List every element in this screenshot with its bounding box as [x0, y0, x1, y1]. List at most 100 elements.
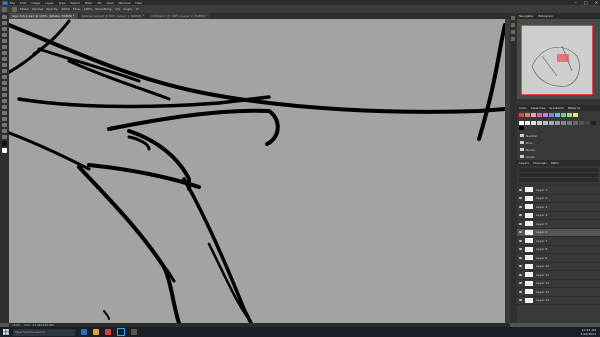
swatch-folder[interactable]: Blue — [517, 139, 600, 146]
document-canvas[interactable] — [9, 19, 505, 323]
swatch[interactable] — [579, 121, 584, 125]
dodge-tool-icon[interactable] — [2, 93, 7, 97]
eraser-tool-icon[interactable] — [2, 75, 7, 79]
layer-row[interactable]: Layer 8 — [517, 246, 600, 254]
shape-tool-icon[interactable] — [2, 117, 7, 121]
swatch[interactable] — [591, 121, 596, 125]
layer-row[interactable]: Layer 5 — [517, 220, 600, 229]
angle-value[interactable]: 0° — [136, 7, 139, 11]
layer-row-selected[interactable]: Layer 6 — [517, 228, 600, 237]
brush-tool-icon[interactable] — [12, 6, 17, 12]
eye-icon[interactable] — [519, 273, 522, 276]
eye-icon[interactable] — [519, 188, 522, 191]
quick-select-tool-icon[interactable] — [2, 33, 7, 37]
swatch[interactable] — [519, 113, 524, 117]
browser-icon[interactable] — [105, 329, 111, 335]
tab-gradients[interactable]: Gradients — [549, 106, 564, 110]
swatch[interactable] — [585, 121, 590, 125]
menu-window[interactable]: Window — [119, 1, 131, 5]
move-tool-icon[interactable] — [2, 15, 7, 19]
foreground-color-swatch[interactable] — [2, 141, 7, 146]
eye-icon[interactable] — [519, 290, 522, 293]
swatch[interactable] — [525, 113, 530, 117]
lasso-tool-icon[interactable] — [2, 27, 7, 31]
layer-row[interactable]: Layer 11 — [517, 271, 600, 280]
tab-patterns[interactable]: Patterns — [568, 106, 580, 110]
tab-histogram[interactable]: Histogram — [538, 14, 554, 18]
photoshop-taskbar-icon[interactable] — [117, 328, 125, 336]
zoom-tool-icon[interactable] — [2, 129, 7, 133]
swatch-folder[interactable]: Green — [517, 153, 600, 160]
photoshop-logo[interactable]: Ps — [2, 0, 8, 5]
pen-tool-icon[interactable] — [2, 99, 7, 103]
swatch[interactable] — [519, 126, 524, 130]
menu-select[interactable]: Select — [71, 1, 80, 5]
layer-row[interactable]: Layer 12 — [517, 280, 600, 288]
eye-icon[interactable] — [519, 282, 522, 285]
swatch[interactable] — [543, 121, 548, 125]
layer-row[interactable]: Layer 4 — [517, 212, 600, 220]
type-tool-icon[interactable] — [2, 105, 7, 109]
crop-tool-icon[interactable] — [2, 39, 7, 43]
swatch[interactable] — [561, 121, 566, 125]
swatch[interactable] — [561, 113, 566, 117]
tab-layers[interactable]: Layers — [519, 161, 529, 165]
tab-paths[interactable]: Paths — [551, 161, 559, 165]
layer-row[interactable]: Layer 7 — [517, 237, 600, 246]
swatch[interactable] — [555, 113, 560, 117]
brush-tool-icon[interactable] — [2, 57, 7, 61]
layer-filter-row[interactable] — [519, 168, 598, 172]
tab-navigator[interactable]: Navigator — [519, 14, 534, 18]
swatch-folder[interactable]: Brown — [517, 146, 600, 153]
app-icon[interactable] — [131, 329, 137, 335]
swatch-folder[interactable]: Neutral — [517, 132, 600, 139]
eye-icon[interactable] — [519, 197, 522, 200]
mode-select[interactable]: Normal — [32, 7, 43, 11]
swatch[interactable] — [519, 121, 524, 125]
healing-tool-icon[interactable] — [2, 51, 7, 55]
task-view-icon[interactable] — [81, 329, 87, 335]
eye-icon[interactable] — [519, 231, 522, 234]
menu-filter[interactable]: Filter — [85, 1, 92, 5]
more-tools-icon[interactable] — [2, 135, 7, 139]
eye-icon[interactable] — [519, 256, 522, 259]
lock-row[interactable] — [519, 178, 598, 182]
marquee-tool-icon[interactable] — [2, 21, 7, 25]
path-select-icon[interactable] — [2, 111, 7, 115]
flow-value[interactable]: 100% — [84, 7, 93, 11]
navigator-view-box[interactable] — [521, 25, 593, 95]
blend-mode-row[interactable] — [519, 173, 598, 177]
eye-icon[interactable] — [519, 239, 522, 242]
layer-row[interactable]: Layer 3 — [517, 203, 600, 212]
taskbar-search[interactable]: Type here to search — [13, 328, 75, 336]
gradient-tool-icon[interactable] — [2, 81, 7, 85]
eye-icon[interactable] — [519, 222, 522, 225]
menu-3d[interactable]: 3D — [97, 1, 101, 5]
swatch[interactable] — [567, 121, 572, 125]
hand-tool-icon[interactable] — [2, 123, 7, 127]
swatch[interactable] — [537, 121, 542, 125]
eye-icon[interactable] — [519, 214, 522, 217]
windows-start-icon[interactable] — [3, 329, 9, 335]
eye-icon[interactable] — [519, 265, 522, 268]
smoothing-value[interactable]: 0% — [115, 7, 120, 11]
eye-icon[interactable] — [519, 205, 522, 208]
swatch[interactable] — [573, 113, 578, 117]
eye-icon[interactable] — [519, 248, 522, 251]
menu-type[interactable]: Type — [59, 1, 66, 5]
system-tray-clock[interactable]: 10:42 AM 1/16/2021 — [581, 328, 596, 336]
file-explorer-icon[interactable] — [93, 329, 99, 335]
eyedropper-tool-icon[interactable] — [2, 45, 7, 49]
swatch[interactable] — [573, 121, 578, 125]
layer-row[interactable]: Layer 2 — [517, 195, 600, 203]
layer-row[interactable]: Layer 1 — [517, 186, 600, 195]
swatch[interactable] — [525, 121, 530, 125]
swatch[interactable] — [531, 113, 536, 117]
swatch[interactable] — [531, 121, 536, 125]
layer-row[interactable]: Layer 14 — [517, 297, 600, 305]
menu-layer[interactable]: Layer — [45, 1, 53, 5]
background-color-swatch[interactable] — [2, 148, 7, 153]
menu-image[interactable]: Image — [31, 1, 40, 5]
navigator-preview[interactable] — [517, 19, 600, 99]
menu-help[interactable]: Help — [135, 1, 142, 5]
